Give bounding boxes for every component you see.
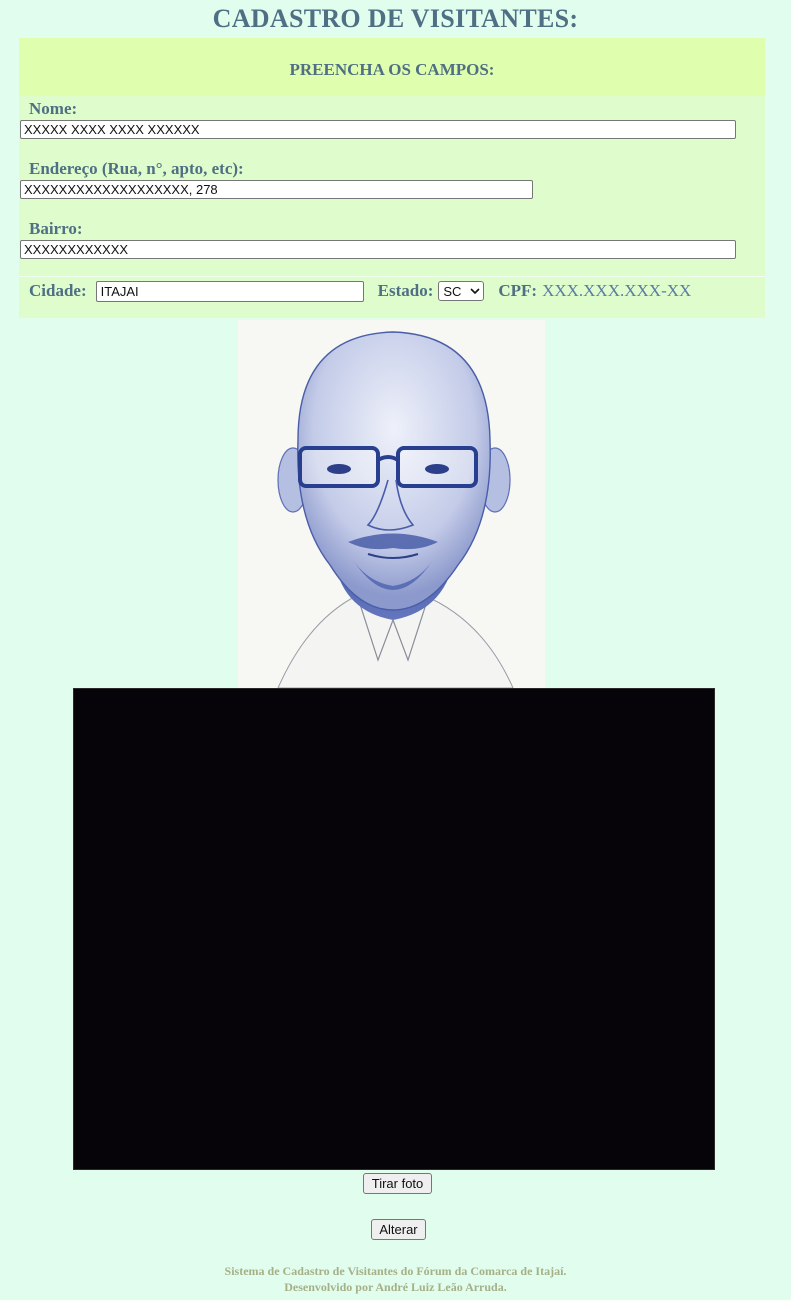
chevron-down-icon — [470, 288, 480, 295]
nome-input[interactable]: XXXXX XXXX XXXX XXXXXX — [20, 120, 736, 139]
page: CADASTRO DE VISITANTES: PREENCHA OS CAMP… — [0, 0, 791, 1300]
form-header: PREENCHA OS CAMPOS: — [19, 38, 765, 96]
cpf-value: XXX.XXX.XXX-XX — [542, 281, 692, 300]
footer-line-1: Sistema de Cadastro de Visitantes do Fór… — [224, 1264, 567, 1278]
endereco-input[interactable]: XXXXXXXXXXXXXXXXXXX, 278 — [20, 180, 533, 199]
footer: Sistema de Cadastro de Visitantes do Fór… — [0, 1263, 791, 1295]
footer-line-2: Desenvolvido por André Luiz Leão Arruda. — [284, 1280, 507, 1294]
webcam-preview — [73, 688, 715, 1170]
endereco-label: Endereço (Rua, n°, apto, etc): — [29, 159, 244, 178]
portrait-drawing-icon — [277, 331, 514, 688]
cidade-label: Cidade: — [29, 281, 87, 300]
bairro-input[interactable]: XXXXXXXXXXXX — [20, 240, 736, 259]
bairro-label: Bairro: — [29, 219, 83, 238]
cpf-label: CPF: — [498, 281, 538, 300]
nome-label: Nome: — [29, 99, 78, 118]
city-state-cpf-row: Cidade: ITAJAI Estado: SC CPF: XXX.XXX.X… — [29, 279, 691, 303]
cidade-input[interactable]: ITAJAI — [95, 280, 364, 302]
estado-selected-value: SC — [443, 283, 462, 299]
take-photo-button[interactable]: Tirar foto — [363, 1173, 432, 1194]
estado-label: Estado: — [377, 281, 434, 300]
page-title: CADASTRO DE VISITANTES: — [212, 4, 579, 33]
visitor-form: PREENCHA OS CAMPOS: Nome: XXXXX XXXX XXX… — [19, 38, 765, 318]
update-button[interactable]: Alterar — [371, 1219, 426, 1240]
row-divider — [19, 276, 765, 277]
visitor-photo — [238, 320, 545, 688]
estado-select[interactable]: SC — [438, 281, 485, 301]
